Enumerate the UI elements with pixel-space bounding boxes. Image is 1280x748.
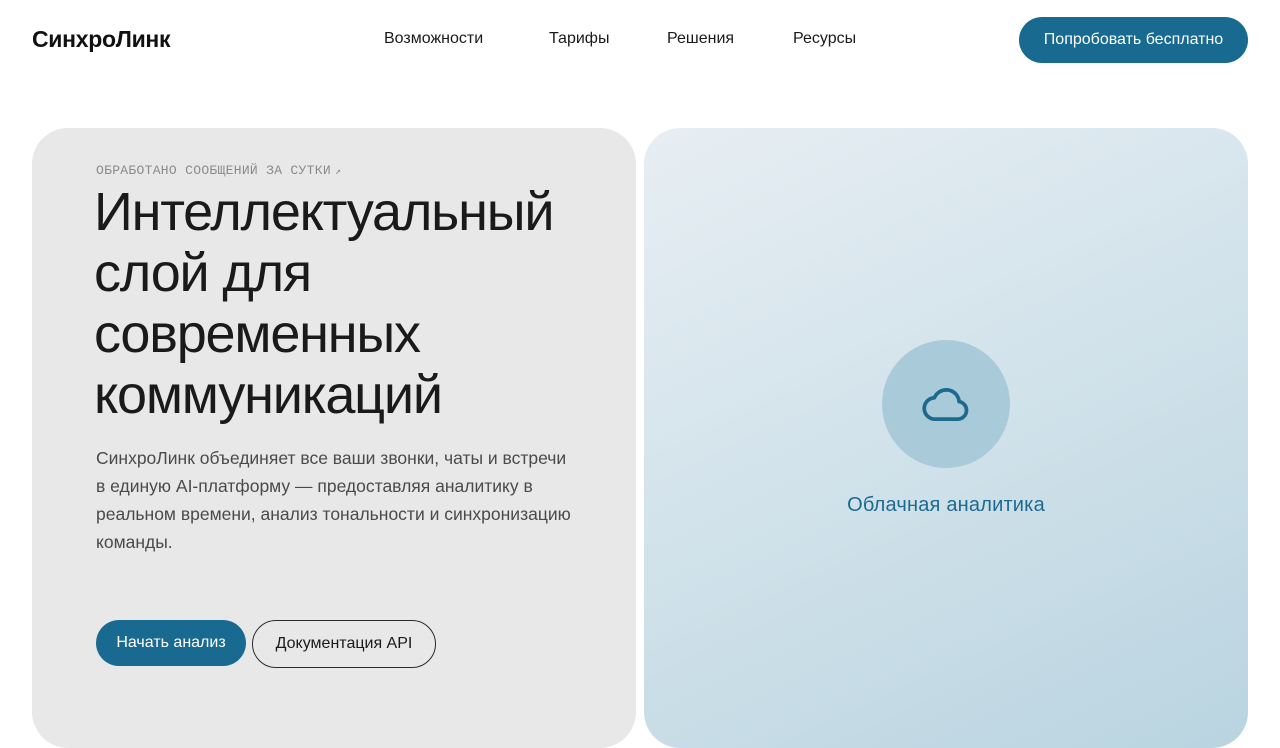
cloud-icon (922, 387, 969, 422)
feature-card: Облачная аналитика (644, 128, 1248, 748)
hero-card: ОБРАБОТАНО СООБЩЕНИЙ ЗА СУТКИ ↗ Интеллект… (32, 128, 636, 748)
hero-description: СинхроЛинк объединяет все ваши звонки, ч… (96, 448, 571, 552)
nav-item-resources[interactable]: Ресурсы (793, 30, 856, 48)
start-analysis-button[interactable]: Начать анализ (96, 620, 246, 666)
nav-item-pricing[interactable]: Тарифы (549, 30, 609, 48)
logo[interactable]: СинхроЛинк (32, 26, 171, 53)
headline-line: слой для (94, 243, 312, 303)
hero-headline: Интеллектуальный слой для современных ко… (94, 182, 634, 426)
arrow-up-right-icon: ↗ (334, 167, 342, 178)
headline-line: современных (94, 304, 421, 364)
headline-line: Интеллектуальный (94, 182, 554, 242)
feature-label: Облачная аналитика (847, 494, 1045, 516)
nav-item-solutions[interactable]: Решения (667, 30, 734, 48)
stats-eyebrow[interactable]: ОБРАБОТАНО СООБЩЕНИЙ ЗА СУТКИ ↗ (96, 163, 341, 178)
try-free-button[interactable]: Попробовать бесплатно (1019, 17, 1248, 63)
api-docs-button[interactable]: Документация API (252, 620, 436, 668)
feature-icon-circle (882, 340, 1010, 468)
headline-line: коммуникаций (94, 365, 443, 425)
site-header: СинхроЛинк Возможности Тарифы Решения Ре… (0, 0, 1280, 80)
nav-item-features[interactable]: Возможности (384, 30, 483, 48)
stats-eyebrow-label: ОБРАБОТАНО СООБЩЕНИЙ ЗА СУТКИ (96, 163, 331, 178)
